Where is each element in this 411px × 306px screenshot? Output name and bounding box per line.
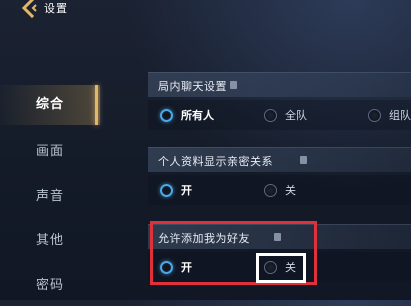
profile-settings-options: 开 关 [148, 175, 411, 205]
chat-settings-options: 所有人 全队 组队 [148, 100, 411, 130]
highlight-white-frame [256, 253, 306, 283]
radio-empty-icon [368, 108, 381, 122]
option-label: 组队 [389, 109, 411, 122]
chat-option-party[interactable]: 组队 [368, 105, 411, 125]
info-icon[interactable] [230, 81, 237, 89]
sidebar-item-general[interactable]: 综合 [0, 85, 100, 125]
sidebar-item-password[interactable]: 密码 [0, 266, 100, 306]
chat-option-team[interactable]: 全队 [264, 105, 307, 125]
chat-option-everyone[interactable]: 所有人 [160, 105, 214, 125]
option-label: 全队 [285, 109, 307, 122]
option-label: 所有人 [181, 109, 214, 122]
chat-settings-header: 局内聊天设置 [148, 72, 411, 97]
chat-settings-title: 局内聊天设置 [158, 80, 227, 93]
profile-option-on[interactable]: 开 [160, 180, 192, 200]
sidebar-item-other[interactable]: 其他 [0, 221, 100, 261]
profile-settings-title: 个人资料显示亲密关系 [158, 155, 273, 168]
radio-empty-icon [264, 183, 277, 197]
profile-settings-header: 个人资料显示亲密关系 [148, 147, 411, 172]
settings-sidebar: 综合 画面 声音 其他 密码 [0, 0, 100, 300]
radio-selected-icon [160, 183, 173, 197]
option-label: 关 [285, 184, 296, 197]
radio-empty-icon [264, 108, 277, 122]
sidebar-item-graphics[interactable]: 画面 [0, 132, 100, 172]
option-label: 开 [181, 184, 192, 197]
radio-selected-icon [160, 108, 173, 122]
profile-option-off[interactable]: 关 [264, 180, 296, 200]
info-icon[interactable] [300, 156, 307, 164]
sidebar-item-sound[interactable]: 声音 [0, 177, 100, 217]
